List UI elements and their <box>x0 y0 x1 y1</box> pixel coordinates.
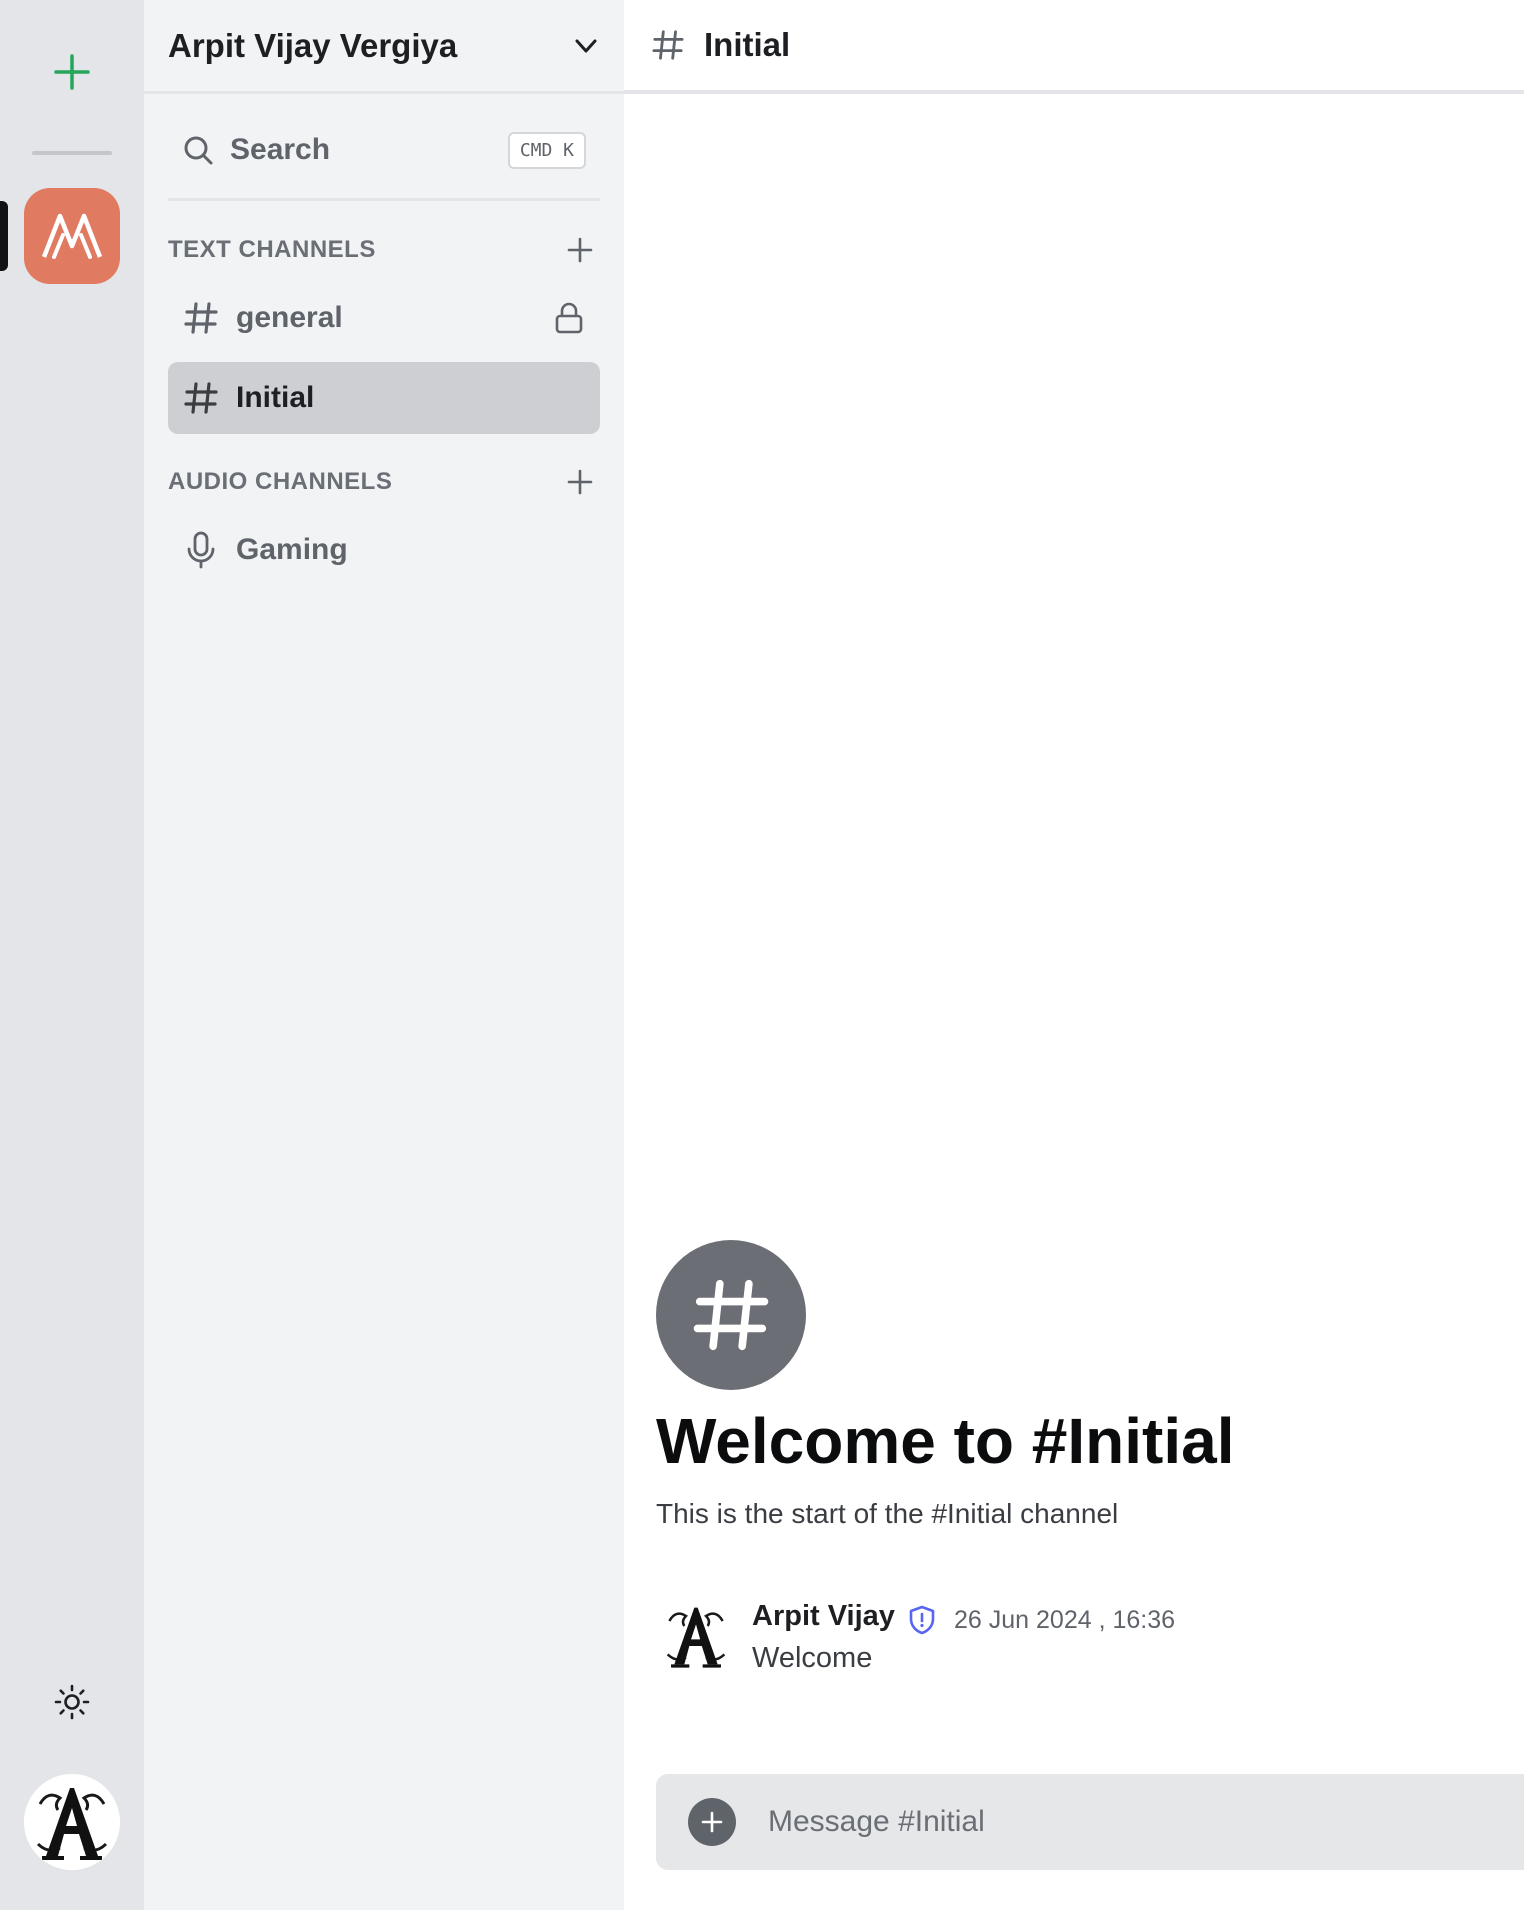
active-server-indicator <box>0 201 8 271</box>
message-item: Arpit Vijay 26 Jun 2024 , 16:36 Welcome <box>656 1596 1496 1686</box>
plus-icon <box>567 237 593 263</box>
hash-icon <box>693 1279 769 1351</box>
channel-item-general[interactable]: general <box>168 282 600 354</box>
server-rail <box>0 0 144 1910</box>
attach-file-button[interactable] <box>688 1798 736 1846</box>
create-audio-channel-button[interactable] <box>560 462 600 502</box>
welcome-title: Welcome to #Initial <box>656 1405 1235 1477</box>
theme-toggle-button[interactable] <box>48 1678 96 1726</box>
search-divider <box>168 198 600 201</box>
chat-area: Initial Welcome to #Initial This is the … <box>624 0 1524 1910</box>
search-button[interactable]: Search CMD K <box>168 120 600 180</box>
text-channels-heading: TEXT CHANNELS <box>168 236 376 263</box>
plus-icon <box>54 54 90 90</box>
channel-sidebar: Arpit Vijay Vergiya Search CMD K TEXT CH… <box>144 0 624 1910</box>
chevron-down-icon <box>575 39 597 52</box>
channel-welcome-icon <box>656 1240 806 1390</box>
plus-icon <box>701 1811 723 1833</box>
rail-separator <box>32 151 112 155</box>
lock-icon <box>555 302 583 334</box>
channel-title: Initial <box>704 26 791 63</box>
message-composer <box>656 1774 1524 1870</box>
user-avatar[interactable] <box>24 1774 120 1870</box>
microphone-icon <box>187 531 215 569</box>
welcome-subtitle: This is the start of the #Initial channe… <box>656 1498 1119 1529</box>
sun-icon <box>54 1684 90 1720</box>
channel-item-gaming[interactable]: Gaming <box>168 514 600 586</box>
text-channels-section: TEXT CHANNELS <box>168 228 600 272</box>
message-content: Welcome <box>752 1642 873 1674</box>
av-logo-icon <box>41 213 103 259</box>
hash-icon <box>652 30 684 60</box>
audio-channels-heading: AUDIO CHANNELS <box>168 468 393 495</box>
ornate-letter-a-avatar <box>24 1774 120 1870</box>
search-shortcut-kbd: CMD K <box>507 131 586 169</box>
channel-header: Initial <box>624 0 1524 94</box>
search-label: Search <box>230 133 331 166</box>
ornate-letter-a-avatar <box>656 1596 736 1676</box>
server-name: Arpit Vijay Vergiya <box>168 26 458 64</box>
server-icon-av[interactable] <box>24 188 120 284</box>
audio-channels-section: AUDIO CHANNELS <box>168 460 600 504</box>
app-window: Arpit Vijay Vergiya Search CMD K TEXT CH… <box>0 0 1524 1910</box>
create-text-channel-button[interactable] <box>560 230 600 270</box>
channel-name: Gaming <box>236 533 348 566</box>
hash-icon <box>184 382 218 414</box>
channel-item-initial[interactable]: Initial <box>168 362 600 434</box>
plus-icon <box>567 469 593 495</box>
add-server-button[interactable] <box>36 36 108 108</box>
search-icon <box>184 136 213 165</box>
message-author-name[interactable]: Arpit Vijay <box>752 1600 895 1633</box>
message-input[interactable] <box>768 1805 1492 1839</box>
shield-alert-icon <box>909 1605 935 1635</box>
message-author-avatar[interactable] <box>656 1596 736 1676</box>
message-timestamp: 26 Jun 2024 , 16:36 <box>954 1606 1176 1634</box>
hash-icon <box>184 302 218 334</box>
channel-name: Initial <box>236 381 315 414</box>
server-header-dropdown[interactable]: Arpit Vijay Vergiya <box>144 0 624 94</box>
channel-name: general <box>236 301 343 334</box>
